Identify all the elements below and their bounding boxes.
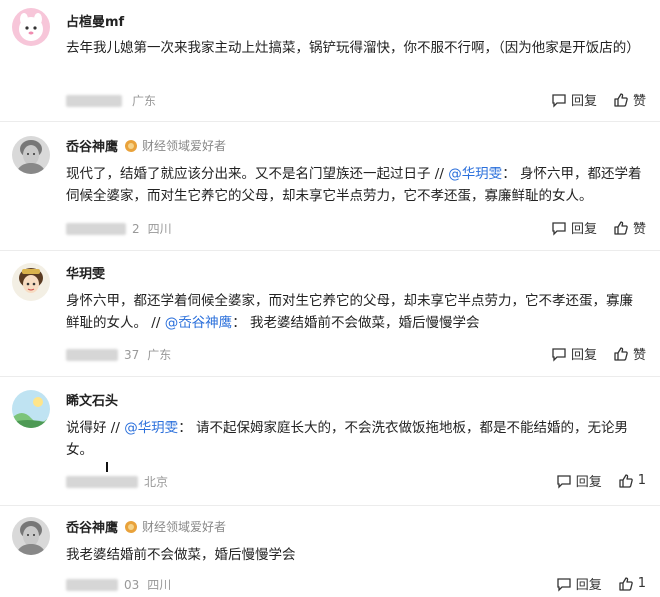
location-label: 北京	[144, 475, 169, 489]
redacted-time	[66, 222, 126, 235]
reply-icon	[552, 93, 566, 108]
thumbs-up-icon	[614, 346, 628, 361]
location-label: 四川	[147, 578, 172, 592]
reply-icon	[552, 347, 566, 362]
text-cursor	[106, 462, 108, 472]
reply-icon	[557, 577, 571, 592]
username[interactable]: 占楦曼mf	[66, 11, 124, 30]
like-count: 1	[637, 576, 646, 591]
reply-button[interactable]: 回复	[551, 344, 597, 363]
redacted-time	[66, 94, 122, 107]
username[interactable]: 岙谷神鹰	[66, 517, 118, 536]
avatar[interactable]	[12, 390, 50, 428]
comment-meta: 广东	[66, 92, 156, 109]
location-label: 广东	[132, 94, 157, 108]
redacted-time	[66, 475, 138, 488]
location-label: 广东	[147, 348, 172, 362]
user-badge: 财经领域爱好者	[124, 518, 226, 535]
thumbs-up-icon	[614, 92, 628, 107]
reply-icon	[557, 474, 571, 489]
user-badge: 财经领域爱好者	[124, 137, 226, 154]
reply-icon	[552, 221, 566, 236]
like-button[interactable]: 1	[618, 576, 646, 592]
mention-link[interactable]: @华玥雯	[124, 420, 178, 436]
username[interactable]: 华玥雯	[66, 263, 105, 282]
comment-2: 岙谷神鹰 财经领域爱好者 现代了，结婚了就应该分出来。又不是名门望族还一起过日子…	[0, 122, 660, 250]
avatar[interactable]	[12, 517, 50, 555]
comment-text: 现代了，结婚了就应该分出来。又不是名门望族还一起过日子 // @华玥雯： 身怀六…	[66, 166, 642, 204]
reply-button[interactable]: 回复	[551, 90, 597, 109]
username[interactable]: 岙谷神鹰	[66, 136, 118, 155]
medal-icon	[125, 520, 137, 533]
thumbs-up-icon	[619, 576, 633, 591]
comment-meta: 北京	[66, 473, 168, 490]
comment-text: 去年我儿媳第一次来我家主动上灶搞菜，锅铲玩得溜快，你不服不行啊，（因为他家是开饭…	[66, 40, 640, 56]
comment-1: 占楦曼mf 去年我儿媳第一次来我家主动上灶搞菜，锅铲玩得溜快，你不服不行啊，（因…	[0, 0, 660, 118]
like-button[interactable]: 1	[618, 473, 646, 489]
comment-text: 说得好 // @华玥雯： 请不起保姆家庭长大的，不会洗衣做饭拖地板，都是不能结婚…	[66, 420, 628, 458]
like-button[interactable]: 赞	[613, 218, 646, 237]
location-label: 四川	[147, 222, 172, 236]
like-button[interactable]: 赞	[613, 344, 646, 363]
time-suffix: 37	[124, 347, 140, 362]
avatar[interactable]	[12, 136, 50, 174]
like-count: 1	[637, 473, 646, 488]
cartoon-girl-avatar-icon	[12, 263, 50, 301]
sketch-portrait-avatar-icon	[12, 136, 50, 174]
avatar[interactable]	[12, 8, 50, 46]
redacted-time	[66, 578, 118, 591]
comment-text: 我老婆结婚前不会做菜，婚后慢慢学会	[66, 547, 296, 563]
comment-meta: 2 四川	[66, 220, 172, 237]
comment-actions: 回复 1	[540, 471, 646, 490]
thumbs-up-icon	[614, 220, 628, 235]
sketch-portrait-avatar-icon	[12, 517, 50, 555]
comment-actions: 回复 赞	[535, 90, 646, 109]
medal-icon	[125, 139, 137, 152]
thumbs-up-icon	[619, 473, 633, 488]
comment-actions: 回复 赞	[535, 218, 646, 237]
reply-button[interactable]: 回复	[551, 218, 597, 237]
time-suffix: 03	[124, 577, 140, 592]
redacted-time	[66, 348, 118, 361]
comment-4: 睎文石头 说得好 // @华玥雯： 请不起保姆家庭长大的，不会洗衣做饭拖地板，都…	[0, 377, 660, 505]
comment-actions: 回复 1	[540, 574, 646, 593]
comment-meta: 03 四川	[66, 576, 171, 593]
avatar[interactable]	[12, 263, 50, 301]
comment-5: 岙谷神鹰 财经领域爱好者 我老婆结婚前不会做菜，婚后慢慢学会 03 四川 回复 …	[0, 506, 660, 597]
username[interactable]: 睎文石头	[66, 390, 118, 409]
landscape-avatar-icon	[12, 390, 50, 428]
reply-button[interactable]: 回复	[556, 574, 602, 593]
pink-cartoon-avatar-icon	[12, 8, 50, 46]
mention-link[interactable]: @华玥雯	[448, 166, 502, 182]
time-suffix: 2	[132, 221, 140, 236]
like-button[interactable]: 赞	[613, 90, 646, 109]
mention-link[interactable]: @岙谷神鹰	[165, 315, 233, 331]
comment-meta: 37 广东	[66, 346, 171, 363]
comment-text: 身怀六甲，都还学着伺候全婆家，而对生它养它的父母，却未享它半点劳力，它不孝还蛋，…	[66, 293, 633, 331]
comment-3: 华玥雯 身怀六甲，都还学着伺候全婆家，而对生它养它的父母，却未享它半点劳力，它不…	[0, 251, 660, 376]
reply-button[interactable]: 回复	[556, 471, 602, 490]
comment-actions: 回复 赞	[535, 344, 646, 363]
